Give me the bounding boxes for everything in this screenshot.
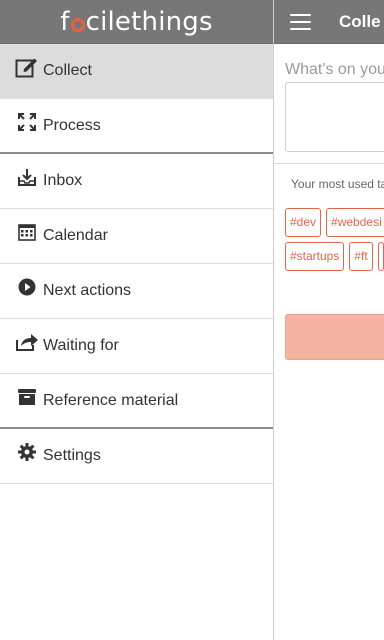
- page-title: Colle: [339, 11, 381, 31]
- calendar-icon: [14, 219, 40, 245]
- drawer-item-label: Inbox: [43, 172, 83, 189]
- drawer-item-label: Reference material: [43, 391, 179, 409]
- collect-submit-button[interactable]: [285, 314, 384, 360]
- inbox-tray-icon: [14, 164, 40, 190]
- drawer-item-label: Process: [43, 116, 101, 134]
- expand-arrows-icon: [14, 109, 40, 135]
- top-bar: Colle: [274, 0, 384, 44]
- drawer-item-calendar[interactable]: Calendar: [0, 209, 273, 264]
- divider: [274, 163, 384, 164]
- edit-icon: [14, 54, 40, 80]
- tag-startups[interactable]: #startups: [285, 242, 345, 271]
- drawer-item-label: Collect: [43, 62, 92, 79]
- drawer-item-collect[interactable]: Collect: [0, 44, 273, 99]
- navigation-drawer: f cilethings Collect Process Inbox Calen…: [0, 0, 274, 640]
- archive-icon: [14, 384, 40, 410]
- gear-icon: [14, 439, 40, 465]
- drawer-item-next-actions[interactable]: Next actions: [0, 264, 273, 319]
- hamburger-icon[interactable]: [290, 13, 311, 30]
- drawer-item-label: Waiting for: [43, 337, 119, 354]
- note-prompt-label: What's on you: [285, 61, 384, 78]
- tag-partial[interactable]: [377, 242, 384, 271]
- note-input[interactable]: [285, 82, 384, 152]
- logo-circle-icon: [70, 17, 85, 32]
- drawer-item-inbox[interactable]: Inbox: [0, 154, 273, 209]
- tag-ft[interactable]: #ft: [349, 242, 373, 271]
- drawer-item-label: Settings: [43, 447, 101, 464]
- drawer-header: f cilethings: [0, 0, 273, 44]
- tag-list: #dev #webdesi #startups #ft: [285, 208, 384, 276]
- drawer-item-label: Calendar: [43, 227, 108, 244]
- drawer-item-waiting-for[interactable]: Waiting for: [0, 319, 273, 374]
- tags-caption: Your most used ta: [291, 177, 384, 191]
- play-circle-icon: [14, 274, 40, 300]
- tag-dev[interactable]: #dev: [285, 208, 322, 237]
- logo-text-suffix: cilethings: [85, 6, 213, 37]
- main-content: Colle What's on you Your most used ta #d…: [274, 0, 384, 640]
- drawer-item-process[interactable]: Process: [0, 99, 273, 154]
- tag-row: #dev #webdesi: [285, 208, 384, 237]
- facilethings-logo[interactable]: f cilethings: [60, 7, 213, 37]
- tag-row: #startups #ft: [285, 242, 384, 271]
- drawer-item-settings[interactable]: Settings: [0, 429, 273, 484]
- share-icon: [14, 329, 40, 355]
- drawer-item-label: Next actions: [43, 282, 132, 299]
- app-frame: f cilethings Collect Process Inbox Calen…: [0, 0, 384, 640]
- tag-webdesign[interactable]: #webdesi: [326, 208, 384, 237]
- logo-text-prefix: f: [60, 6, 70, 37]
- drawer-item-reference-material[interactable]: Reference material: [0, 374, 273, 429]
